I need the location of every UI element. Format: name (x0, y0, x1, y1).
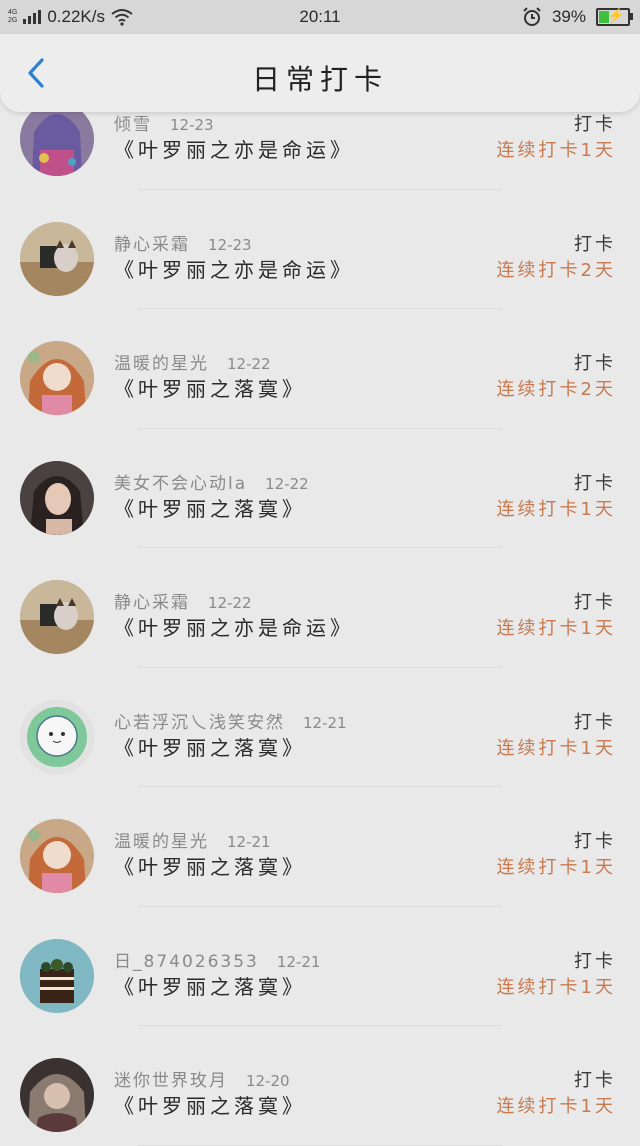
avatar-image (20, 102, 94, 176)
book-title[interactable]: 《叶罗丽之落寞》 (114, 373, 306, 402)
checkin-action: 打卡 (574, 472, 616, 494)
streak-label: 连续打卡1天 (496, 1096, 616, 1117)
checkin-row[interactable]: 日_874026353 12-21 《叶罗丽之落寞》 打卡连续打卡1天 (0, 907, 640, 1026)
user-meta: 温暖的星光 12-21 (114, 827, 271, 852)
checkin-date: 12-22 (265, 474, 309, 493)
checkin-list: 倾雪 12-23 《叶罗丽之亦是命运》 打卡 连续打卡1天 静心采霜 12-23 《叶罗丽之亦… (0, 70, 640, 1146)
user-name[interactable]: 温暖的星光 (114, 354, 209, 374)
book-title[interactable]: 《叶罗丽之落寞》 (114, 1090, 306, 1119)
status-bar: 4G 2G 0.22K/s 20:11 39% ⚡ (0, 0, 640, 34)
checkin-date: 12-23 (170, 116, 214, 134)
user-name[interactable]: 静心采霜 (114, 235, 190, 255)
user-meta: 日_874026353 12-21 (114, 947, 320, 972)
book-title[interactable]: 《叶罗丽之落寞》 (114, 971, 306, 1000)
checkin-action: 打卡 (574, 233, 616, 255)
user-name[interactable]: 温暖的星光 (114, 832, 209, 852)
user-meta: 迷你世界玫月 12-20 (114, 1066, 290, 1091)
book-title[interactable]: 《叶罗丽之落寞》 (114, 732, 306, 761)
checkin-row[interactable]: 美女不会心动la 12-22 《叶罗丽之落寞》 打卡连续打卡1天 (0, 429, 640, 548)
user-meta: 静心采霜 12-22 (114, 588, 252, 613)
checkin-action: 打卡 (574, 592, 616, 613)
alarm-icon (523, 7, 541, 26)
book-title[interactable]: 《叶罗丽之亦是命运》 (114, 612, 354, 641)
streak-label: 连续打卡1天 (496, 140, 616, 161)
checkin-action: 打卡 (574, 711, 616, 733)
avatar-image (20, 221, 94, 296)
checkin-row[interactable]: 静心采霜 12-22 《叶罗丽之亦是命运》 打卡连续打卡1天 (0, 548, 640, 668)
battery-percent: 39% (551, 7, 586, 26)
divider (138, 1144, 502, 1146)
streak-label: 连续打卡1天 (496, 737, 616, 759)
user-meta: 温暖的星光 12-22 (114, 349, 271, 374)
page-title: 日常打卡 (251, 63, 388, 96)
user-name[interactable]: 心若浮沉乀浅笑安然 (114, 713, 285, 733)
checkin-action: 打卡 (574, 1070, 616, 1091)
avatar-image (20, 938, 94, 1013)
avatar-image (20, 819, 94, 893)
user-meta: 倾雪 12-23 (114, 110, 214, 135)
avatar[interactable] (20, 341, 94, 415)
avatar-image (20, 699, 94, 774)
user-meta: 静心采霜 12-23 (114, 230, 252, 255)
avatar-image (20, 341, 94, 415)
checkin-action: 打卡 (574, 950, 616, 972)
avatar[interactable] (20, 819, 94, 893)
checkin-date: 12-22 (227, 355, 271, 373)
streak-label: 连续打卡2天 (496, 379, 616, 400)
streak-label: 连续打卡1天 (496, 976, 616, 998)
checkin-action: 打卡 (574, 114, 616, 135)
avatar[interactable] (20, 1058, 94, 1132)
user-name[interactable]: 迷你世界玫月 (114, 1071, 228, 1091)
charging-icon: ⚡ (607, 7, 625, 23)
streak-label: 连续打卡1天 (496, 498, 616, 520)
user-name[interactable]: 美女不会心动la (114, 474, 247, 494)
status-time: 20:11 (299, 7, 341, 26)
streak-label: 连续打卡1天 (496, 618, 616, 639)
streak-label: 连续打卡2天 (496, 259, 616, 281)
checkin-action: 打卡 (574, 353, 616, 374)
avatar-image (20, 460, 94, 535)
avatar[interactable] (20, 460, 94, 535)
checkin-date: 12-21 (303, 713, 347, 732)
book-title[interactable]: 《叶罗丽之落寞》 (114, 851, 306, 880)
streak-label: 连续打卡1天 (496, 857, 616, 878)
user-meta: 心若浮沉乀浅笑安然 12-21 (114, 708, 347, 733)
checkin-row[interactable]: 静心采霜 12-23 《叶罗丽之亦是命运》 打卡连续打卡2天 (0, 190, 640, 309)
avatar-image (20, 1058, 94, 1132)
battery-icon: ⚡ (596, 7, 633, 26)
checkin-action: 打卡 (574, 831, 616, 852)
user-name[interactable]: 静心采霜 (114, 593, 190, 613)
checkin-date: 12-21 (227, 833, 271, 851)
avatar[interactable] (20, 699, 94, 774)
checkin-date: 12-20 (246, 1072, 290, 1090)
checkin-row[interactable]: 迷你世界玫月 12-20 《叶罗丽之落寞》 打卡连续打卡1天 (0, 1026, 640, 1146)
header-bar: 日常打卡 (0, 34, 640, 112)
checkin-row[interactable]: 温暖的星光 12-21 《叶罗丽之落寞》 打卡连续打卡1天 (0, 787, 640, 907)
user-meta: 美女不会心动la 12-22 (114, 469, 309, 494)
avatar[interactable] (20, 938, 94, 1013)
checkin-date: 12-23 (208, 235, 252, 254)
user-name[interactable]: 日_874026353 (114, 952, 259, 972)
user-name[interactable]: 倾雪 (114, 115, 152, 135)
checkin-row[interactable]: 心若浮沉乀浅笑安然 12-21 《叶罗丽之落寞》 打卡连续打卡1天 (0, 668, 640, 787)
checkin-row[interactable]: 温暖的星光 12-22 《叶罗丽之落寞》 打卡连续打卡2天 (0, 309, 640, 429)
book-title[interactable]: 《叶罗丽之亦是命运》 (114, 254, 354, 283)
avatar[interactable] (20, 102, 94, 176)
book-title[interactable]: 《叶罗丽之落寞》 (114, 493, 306, 522)
book-title[interactable]: 《叶罗丽之亦是命运》 (114, 134, 354, 163)
avatar[interactable] (20, 580, 94, 654)
avatar[interactable] (20, 221, 94, 296)
status-right: 39% ⚡ (522, 0, 633, 34)
checkin-date: 12-21 (276, 952, 321, 971)
avatar-image (20, 580, 94, 654)
checkin-date: 12-22 (208, 594, 252, 612)
